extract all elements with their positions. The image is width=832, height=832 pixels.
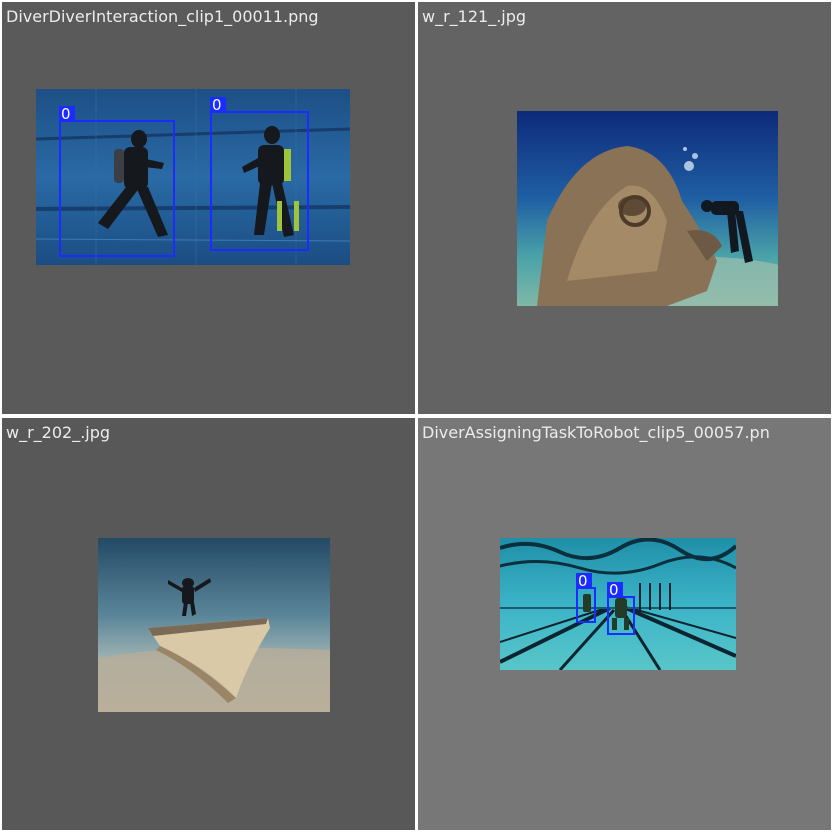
detection-box[interactable]: 0 [210,97,309,251]
grid-cell-3[interactable]: w_r_202_.jpg [2,418,415,830]
detection-label: 0 [210,97,226,113]
grid-cell-4[interactable]: DiverAssigningTaskToRobot_clip5_00057.pn [418,418,831,830]
detection-box[interactable]: 0 [59,106,175,257]
grid-cell-1[interactable]: DiverDiverInteraction_clip1_00011.png 0 … [2,2,415,414]
wreck-diver-photo [517,111,778,306]
image-grid: DiverDiverInteraction_clip1_00011.png 0 … [0,0,832,832]
detection-label: 0 [576,573,592,589]
boat-wreck-photo [98,538,330,712]
detection-box[interactable]: 0 [576,573,596,623]
grid-cell-2[interactable]: w_r_121_.jpg [418,2,831,414]
detection-box[interactable]: 0 [607,582,635,635]
cell-title: w_r_121_.jpg [422,7,527,26]
detection-label: 0 [607,582,623,598]
detection-label: 0 [59,106,75,122]
cell-title: DiverDiverInteraction_clip1_00011.png [6,7,319,26]
cell-title: w_r_202_.jpg [6,423,111,442]
cell-title: DiverAssigningTaskToRobot_clip5_00057.pn [422,423,770,442]
